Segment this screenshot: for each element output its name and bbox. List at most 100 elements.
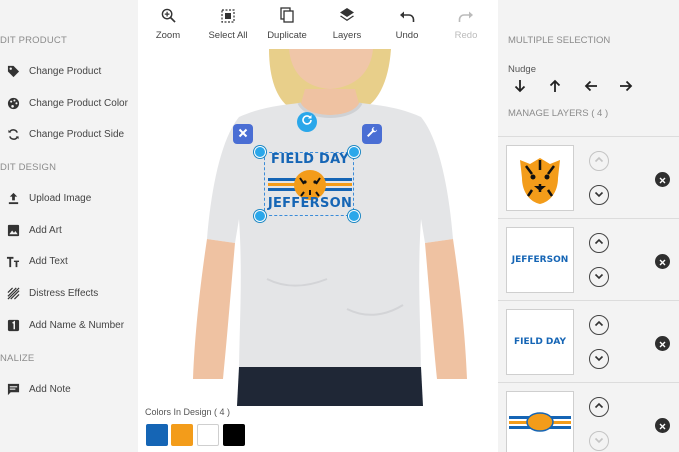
zoom-label: Zoom: [155, 30, 181, 41]
chevron-up-icon: [594, 234, 604, 252]
resize-handle-bottom-left[interactable]: [254, 210, 266, 222]
add-art-label: Add Art: [29, 224, 62, 236]
multiple-selection-heading: MULTIPLE SELECTION: [508, 35, 611, 46]
layer-move-down-button[interactable]: [589, 185, 609, 205]
change-product-side-label: Change Product Side: [29, 128, 125, 140]
layer-move-up-button[interactable]: [589, 151, 609, 171]
layer-delete-button[interactable]: [655, 172, 670, 187]
chevron-up-icon: [594, 398, 604, 416]
layer-delete-button[interactable]: [655, 336, 670, 351]
arrow-left-icon: [584, 79, 598, 98]
chevron-up-icon: [594, 152, 604, 170]
rotate-handle[interactable]: [297, 112, 317, 132]
colors-in-design-label: Colors In Design ( 4 ): [145, 407, 231, 417]
duplicate-label: Duplicate: [267, 30, 307, 41]
add-art-item[interactable]: Add Art: [6, 221, 62, 239]
layer-move-up-button[interactable]: [589, 397, 609, 417]
change-product-item[interactable]: Change Product: [6, 62, 101, 80]
layers-button[interactable]: Layers: [317, 6, 377, 41]
redo-icon: [458, 11, 474, 26]
layer-move-down-button[interactable]: [589, 267, 609, 287]
layer-move-down-button[interactable]: [589, 431, 609, 451]
arrow-up-icon: [548, 79, 562, 98]
chevron-down-icon: [594, 186, 604, 204]
select-all-button[interactable]: Select All: [198, 6, 258, 41]
selection-box[interactable]: [264, 152, 354, 216]
layer-move-up-button[interactable]: [589, 233, 609, 253]
distress-effects-label: Distress Effects: [29, 287, 99, 299]
undo-button[interactable]: Undo: [377, 6, 437, 41]
sync-icon: [6, 127, 20, 141]
upload-icon: [6, 191, 20, 205]
manage-layers-heading: MANAGE LAYERS ( 4 ): [508, 108, 609, 119]
section-heading-product: DIT PRODUCT: [0, 35, 67, 46]
add-text-item[interactable]: Add Text: [6, 252, 68, 270]
duplicate-button[interactable]: Duplicate: [257, 6, 317, 41]
add-name-number-label: Add Name & Number: [29, 319, 125, 331]
chevron-down-icon: [594, 350, 604, 368]
text-icon: [6, 254, 20, 268]
add-name-number-item[interactable]: Add Name & Number: [6, 316, 124, 334]
layer-item[interactable]: [498, 382, 679, 452]
product-mockup-image: [177, 49, 481, 406]
zoom-icon: [161, 8, 176, 26]
layer-item[interactable]: JEFFERSON: [498, 218, 679, 300]
add-text-label: Add Text: [29, 255, 68, 267]
rotate-icon: [301, 113, 313, 131]
chevron-down-icon: [594, 432, 604, 450]
edit-selection-button[interactable]: [362, 124, 382, 144]
layer-move-down-button[interactable]: [589, 349, 609, 369]
layer-thumbnail-stripes: [506, 391, 574, 452]
change-product-side-item[interactable]: Change Product Side: [6, 125, 124, 143]
chevron-down-icon: [594, 268, 604, 286]
change-product-color-item[interactable]: Change Product Color: [6, 94, 128, 112]
left-sidebar: DIT PRODUCT Change Product Change Produc…: [0, 0, 138, 452]
delete-selection-button[interactable]: [233, 124, 253, 144]
add-note-item[interactable]: Add Note: [6, 380, 71, 398]
layer-item[interactable]: [498, 136, 679, 218]
right-panel: MULTIPLE SELECTION Nudge MANAGE LAYERS (…: [498, 0, 679, 452]
select-all-icon: [221, 9, 235, 26]
layers-label: Layers: [332, 30, 362, 41]
layer-thumbnail-jefferson: JEFFERSON: [506, 227, 574, 293]
layer-thumbnail-text: JEFFERSON: [511, 255, 569, 265]
arrow-right-icon: [619, 79, 633, 98]
section-heading-design: DIT DESIGN: [0, 162, 57, 173]
nudge-right-button[interactable]: [616, 78, 636, 98]
layers-icon: [339, 7, 355, 26]
resize-handle-bottom-right[interactable]: [348, 210, 360, 222]
undo-icon: [399, 11, 415, 26]
close-icon: [659, 335, 666, 353]
redo-button[interactable]: Redo: [436, 6, 496, 41]
duplicate-icon: [280, 7, 294, 26]
color-swatch-orange[interactable]: [171, 424, 193, 446]
color-swatch-black[interactable]: [223, 424, 245, 446]
layer-item[interactable]: FIELD DAY: [498, 300, 679, 382]
nudge-left-button[interactable]: [581, 78, 601, 98]
wrench-icon: [366, 125, 378, 143]
distress-effects-item[interactable]: Distress Effects: [6, 284, 98, 302]
section-heading-finalize: NALIZE: [0, 353, 35, 364]
layer-delete-button[interactable]: [655, 418, 670, 433]
nudge-up-button[interactable]: [545, 78, 565, 98]
tag-icon: [6, 64, 20, 78]
upload-image-item[interactable]: Upload Image: [6, 189, 91, 207]
number-one-icon: [6, 318, 20, 332]
layer-move-up-button[interactable]: [589, 315, 609, 335]
arrow-down-icon: [513, 79, 527, 98]
redo-label: Redo: [454, 30, 478, 41]
upload-image-label: Upload Image: [29, 192, 92, 204]
layer-delete-button[interactable]: [655, 254, 670, 269]
nudge-down-button[interactable]: [510, 78, 530, 98]
resize-handle-top-left[interactable]: [254, 146, 266, 158]
change-product-color-label: Change Product Color: [29, 97, 128, 109]
add-note-label: Add Note: [29, 383, 71, 395]
undo-label: Undo: [395, 30, 419, 41]
color-swatch-blue[interactable]: [146, 424, 168, 446]
palette-icon: [6, 96, 20, 110]
zoom-button[interactable]: Zoom: [138, 6, 198, 41]
resize-handle-top-right[interactable]: [348, 146, 360, 158]
color-swatch-white[interactable]: [197, 424, 219, 446]
close-icon: [659, 253, 666, 271]
close-icon: [238, 125, 248, 143]
